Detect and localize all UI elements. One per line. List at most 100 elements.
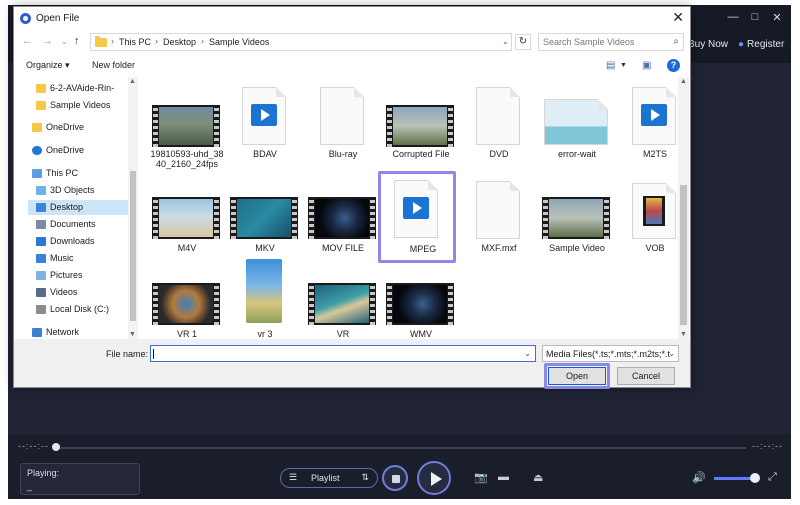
file-scrollbar[interactable]: ▲ ▼ — [678, 77, 689, 339]
file-item-mpeg[interactable]: MPEG — [378, 171, 456, 263]
open-button[interactable]: Open — [548, 367, 606, 385]
sidebar-item-onedrive[interactable]: OneDrive — [28, 143, 128, 158]
breadcrumb-sample-videos[interactable]: Sample Videos — [209, 37, 269, 47]
file-item-mxf-mxf[interactable]: MXF.mxf — [460, 173, 538, 259]
file-name: Blu-ray — [328, 149, 358, 159]
file-item-vr[interactable]: VR — [304, 259, 382, 339]
file-item-mov-file[interactable]: MOV FILE — [304, 173, 382, 259]
file-item-vr-1[interactable]: VR 1 — [148, 259, 226, 339]
stop-button[interactable] — [382, 465, 408, 491]
file-item-corrupted-file[interactable]: Corrupted File — [382, 79, 460, 165]
register-link[interactable]: ● Register — [738, 39, 784, 50]
recent-locations-icon[interactable]: ⌄ — [61, 37, 68, 46]
sidebar-item-pictures[interactable]: Pictures — [28, 268, 128, 283]
file-item-m4v[interactable]: M4V — [148, 173, 226, 259]
video-thumbnail — [246, 259, 282, 323]
file-item-dvd[interactable]: DVD — [460, 79, 538, 165]
dialog-title: Open File — [36, 13, 80, 24]
scroll-up-icon[interactable]: ▲ — [680, 78, 687, 85]
help-icon[interactable]: ? — [667, 59, 680, 72]
file-type-select[interactable]: Media Files(*.ts;*.mts;*.m2ts;*.t ⌄ — [542, 345, 679, 362]
sidebar-item-6-2-avaide-rin[interactable]: 6-2-AVAide-Rin- — [28, 81, 128, 96]
forward-icon[interactable]: → — [42, 35, 53, 47]
register-label: Register — [747, 39, 785, 50]
sidebar-item-downloads[interactable]: Downloads — [28, 234, 128, 249]
file-name: M2TS — [642, 149, 667, 159]
address-row: ← → ⌄ ↑ › This PC › Desktop › Sample Vid… — [14, 31, 690, 53]
close-icon[interactable]: ✕ — [672, 9, 684, 26]
sidebar-item-onedrive[interactable]: OneDrive — [28, 120, 128, 135]
file-item-bdav[interactable]: BDAV — [226, 79, 304, 165]
file-name: 19810593-uhd_3840_2160_24fps — [150, 149, 224, 169]
file-name: MKV — [255, 243, 275, 253]
file-item-vr-3[interactable]: vr 3 — [226, 259, 304, 339]
view-dropdown-icon[interactable]: ▼ — [620, 62, 627, 69]
sidebar-item-desktop[interactable]: Desktop — [28, 200, 128, 215]
sidebar-item-label: Videos — [50, 287, 78, 297]
maximize-icon[interactable]: □ — [748, 11, 762, 23]
search-box[interactable]: Search Sample Videos ⌕ — [538, 33, 684, 51]
volume-handle[interactable] — [750, 473, 760, 483]
nav-scroll-thumb[interactable] — [130, 171, 136, 321]
refresh-icon[interactable]: ↻ — [515, 34, 531, 50]
sidebar-item-music[interactable]: Music — [28, 251, 128, 266]
scroll-up-icon[interactable]: ▲ — [129, 78, 136, 85]
back-icon[interactable]: ← — [22, 35, 33, 47]
search-placeholder: Search Sample Videos — [543, 37, 635, 47]
pictures-icon — [36, 271, 46, 280]
file-name: MOV FILE — [321, 243, 364, 253]
folder-open-icon[interactable]: ▬ — [498, 471, 509, 483]
camera-icon[interactable]: 📷 — [474, 471, 488, 484]
nav-scrollbar[interactable]: ▲ ▼ — [128, 77, 138, 339]
sidebar-item-3d-objects[interactable]: 3D Objects — [28, 183, 128, 198]
expand-icon[interactable]: ⤢ — [768, 471, 777, 484]
film-icon — [643, 196, 665, 226]
eject-icon[interactable]: ⏏ — [533, 471, 543, 484]
sidebar-item-videos[interactable]: Videos — [28, 285, 128, 300]
sidebar-item-label: OneDrive — [46, 145, 85, 155]
address-bar[interactable]: › This PC › Desktop › Sample Videos — [90, 33, 512, 51]
sidebar-item-sample-videos[interactable]: Sample Videos — [28, 98, 128, 113]
sidebar-item-local-disk-c[interactable]: Local Disk (C:) — [28, 302, 128, 317]
file-item-19810593-uhd-3840-2160-24fps[interactable]: 19810593-uhd_3840_2160_24fps — [148, 79, 226, 169]
sidebar-item-network[interactable]: Network — [28, 325, 128, 339]
video-thumbnail — [230, 197, 298, 239]
file-scroll-thumb[interactable] — [680, 185, 687, 325]
file-item-error-wait[interactable]: error-wait — [538, 79, 616, 165]
scroll-down-icon[interactable]: ▼ — [680, 331, 687, 338]
playlist-button[interactable]: ☰ Playlist ⇅ — [280, 468, 378, 488]
address-dropdown-icon[interactable]: ⌄ — [502, 37, 509, 46]
sidebar-item-documents[interactable]: Documents — [28, 217, 128, 232]
organize-button[interactable]: Organize ▾ — [26, 60, 70, 71]
file-icon — [476, 181, 520, 239]
volume-icon[interactable]: 🔊 — [692, 471, 706, 484]
play-button[interactable] — [417, 461, 451, 495]
file-item-wmv[interactable]: WMV — [382, 259, 460, 339]
preview-pane-icon[interactable]: ▣ — [642, 60, 651, 71]
video-thumbnail — [152, 105, 220, 147]
buy-now-link[interactable]: Buy Now — [688, 39, 728, 50]
close-icon[interactable]: ✕ — [770, 11, 784, 24]
downloads-icon — [36, 237, 46, 246]
sidebar-item-label: Desktop — [50, 202, 84, 212]
total-time: --:--:-- — [752, 441, 783, 451]
cancel-button[interactable]: Cancel — [617, 367, 675, 385]
file-item-mkv[interactable]: MKV — [226, 173, 304, 259]
breadcrumb-this-pc[interactable]: This PC — [119, 37, 151, 47]
dialog-titlebar: Open File ✕ — [14, 7, 690, 29]
seek-handle[interactable] — [52, 443, 60, 451]
new-folder-button[interactable]: New folder — [92, 60, 135, 70]
sidebar-item-this-pc[interactable]: This PC — [28, 166, 128, 181]
view-options-icon[interactable]: ▤ — [606, 60, 615, 71]
file-item-blu-ray[interactable]: Blu-ray — [304, 79, 382, 165]
breadcrumb-desktop[interactable]: Desktop — [163, 37, 196, 47]
up-icon[interactable]: ↑ — [74, 35, 80, 47]
file-name-input[interactable]: ⌄ — [150, 345, 536, 362]
file-name: VR — [336, 329, 350, 339]
file-name-dropdown-icon[interactable]: ⌄ — [524, 349, 531, 358]
file-item-sample-video[interactable]: Sample Video — [538, 173, 616, 259]
seek-bar[interactable] — [56, 447, 746, 449]
minimize-icon[interactable]: — — [726, 11, 740, 23]
file-type-dropdown-icon: ⌄ — [668, 349, 675, 358]
scroll-down-icon[interactable]: ▼ — [129, 331, 136, 338]
